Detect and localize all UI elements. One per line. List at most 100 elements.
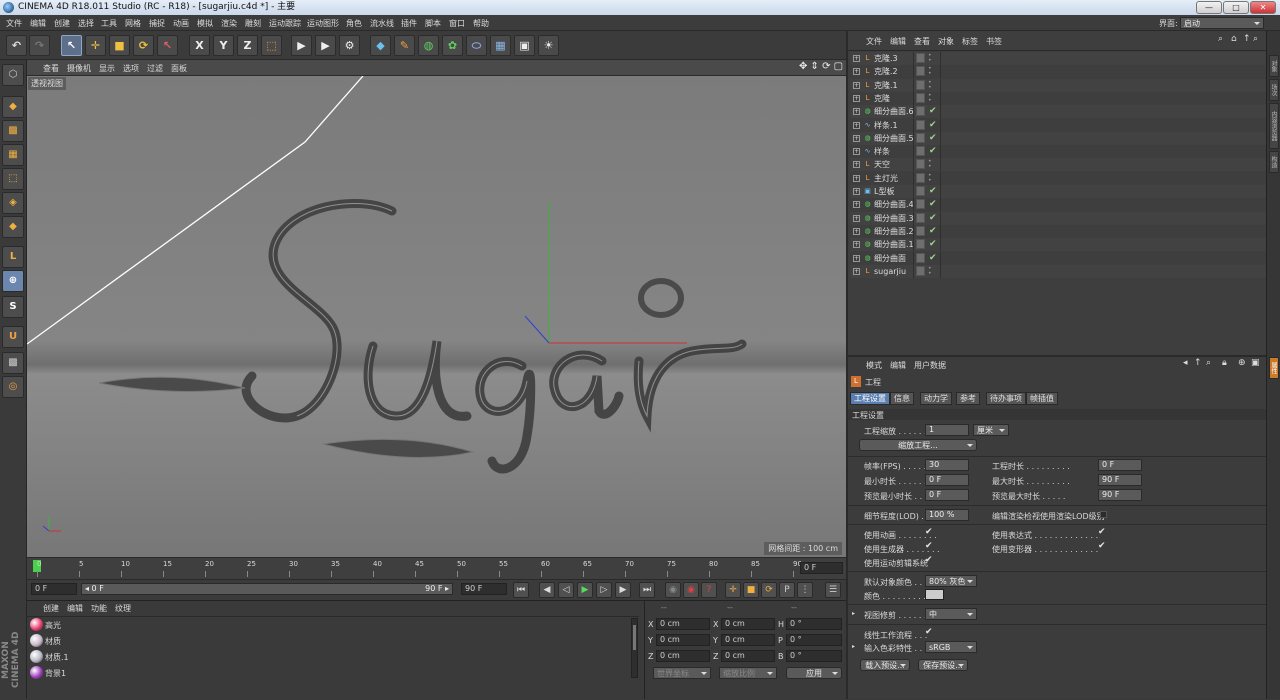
viewport-nav-icon[interactable]: ✥ ⇕ ⟳ ▢ [799,61,843,72]
viewport-menu-view[interactable]: 查看 [43,63,59,74]
object-row[interactable]: + L 天空 • • [850,158,1266,172]
mograph-cloner-icon[interactable]: ✿ [442,35,463,56]
object-name[interactable]: 细分曲面.3 [874,212,914,225]
use-deformers-checkbox[interactable]: ✔ [1098,541,1106,551]
render-lod-checkbox[interactable] [1100,511,1107,518]
layer-color-icon[interactable] [916,92,925,103]
obj-menu-bookmark[interactable]: 书签 [986,36,1002,47]
next-frame-icon[interactable]: ▷ [596,582,612,598]
obj-menu-view[interactable]: 查看 [914,36,930,47]
go-to-end-icon[interactable]: ⏭ [639,582,655,598]
expand-toggle-icon[interactable]: + [853,214,860,222]
max-time-field[interactable]: 90 F [1098,474,1142,486]
render-picture-viewer-icon[interactable]: ▶ [315,35,336,56]
attr-lock-icon[interactable]: 🔒︎ [1222,358,1227,368]
object-name[interactable]: 样条 [874,145,890,158]
tab-content-browser[interactable]: 内容浏览器 [1269,103,1279,149]
previous-frame-icon[interactable]: ◁ [558,582,574,598]
maximize-button[interactable]: □ [1223,1,1249,14]
material-swatch-2[interactable] [30,650,43,663]
viewport-menu-display[interactable]: 显示 [99,63,115,74]
enabled-check-icon[interactable]: ✔ [929,252,937,265]
enabled-check-icon[interactable]: ✔ [929,105,937,118]
polygons-mode-icon[interactable]: ◆ [2,216,24,238]
floor-environment-icon[interactable]: ▦ [490,35,511,56]
tab-key-interpolation[interactable]: 帧插值 [1026,392,1058,405]
layer-color-icon[interactable] [916,106,925,117]
go-to-start-icon[interactable]: ⏮ [513,582,529,598]
project-scale-field[interactable]: 1 [925,424,969,436]
view-clip-expand-icon[interactable]: ▸ [852,610,855,617]
object-name[interactable]: 克隆.2 [874,65,898,78]
pen-spline-icon[interactable]: ✎ [394,35,415,56]
material-name-2[interactable]: 材质.1 [45,652,69,663]
range-slider[interactable]: ◂ 0 F 90 F ▸ [81,583,453,595]
viewport-menu-options[interactable]: 选项 [123,63,139,74]
menu-create[interactable]: 创建 [54,18,70,29]
cube-primitive-icon[interactable]: ◆ [370,35,391,56]
fps-field[interactable]: 30 [925,459,969,471]
object-row[interactable]: + ▣ L型板 ✔ [850,185,1266,198]
mat-menu-create[interactable]: 创建 [43,603,59,614]
object-row[interactable]: + ∿ 样条 ✔ [850,145,1266,159]
layer-color-icon[interactable] [916,172,925,183]
enabled-check-icon[interactable]: ✔ [929,145,937,158]
use-motion-system-checkbox[interactable]: ✔ [925,555,933,565]
expand-toggle-icon[interactable]: + [853,254,860,262]
timeline-ruler[interactable]: 0 5 10 15 20 25 30 35 40 45 50 55 60 65 70 75 80 85 90 0 F [27,557,846,579]
key-scale-icon[interactable]: ■ [743,582,759,598]
rotation-h-field[interactable]: 0 ° [786,618,842,630]
min-time-field[interactable]: 0 F [925,474,969,486]
layer-color-icon[interactable] [916,265,925,276]
enabled-check-icon[interactable]: ✔ [929,198,937,211]
expand-toggle-icon[interactable]: + [853,108,860,116]
object-row[interactable]: + ◍ 细分曲面.3 ✔ [850,211,1266,225]
menu-help[interactable]: 帮助 [473,18,489,29]
previous-keyframe-icon[interactable]: ◀ [539,582,555,598]
expand-toggle-icon[interactable]: + [853,227,860,235]
tab-dynamics[interactable]: 动力学 [920,392,952,405]
enabled-check-icon[interactable]: ✔ [929,132,937,145]
object-name[interactable]: 细分曲面.2 [874,225,914,238]
menu-simulate[interactable]: 模拟 [197,18,213,29]
redo-icon[interactable]: ↷ [29,35,50,56]
model-mode-icon[interactable]: ◆ [2,96,24,118]
object-row[interactable]: + ◍ 细分曲面.5 ✔ [850,131,1266,145]
expand-toggle-icon[interactable]: + [853,161,860,169]
keyframe-selection-icon[interactable]: ? [701,582,717,598]
close-button[interactable]: ✕ [1250,1,1276,14]
render-view-icon[interactable]: ▶ [291,35,312,56]
size-z-field[interactable]: 0 cm [721,650,775,662]
magnet-icon[interactable]: U [2,326,24,348]
material-swatch-1[interactable] [30,634,43,647]
layer-color-icon[interactable] [916,119,925,130]
menu-sculpt[interactable]: 雕刻 [245,18,261,29]
tab-project-settings[interactable]: 工程设置 [850,392,890,405]
menu-edit[interactable]: 编辑 [30,18,46,29]
menu-mesh[interactable]: 网格 [125,18,141,29]
timeline-end-frame[interactable]: 0 F [800,562,843,574]
tab-info[interactable]: 信息 [890,392,914,405]
object-name[interactable]: 细分曲面.4 [874,198,914,211]
expand-toggle-icon[interactable]: + [853,148,860,156]
visibility-dots-icon[interactable]: • • [928,66,932,77]
tab-todo[interactable]: 待办事项 [986,392,1026,405]
position-z-field[interactable]: 0 cm [656,650,710,662]
obj-search-icon[interactable]: ⌕ [1218,34,1223,44]
menu-file[interactable]: 文件 [6,18,22,29]
object-row[interactable]: + ∿ 样条.1 ✔ [850,118,1266,132]
obj-menu-tag[interactable]: 标签 [962,36,978,47]
visibility-dots-icon[interactable]: • • [928,265,932,276]
lock-workplane-icon[interactable]: ▩ [2,352,24,374]
layer-color-icon[interactable] [916,225,925,236]
visibility-dots-icon[interactable]: • • [928,172,932,183]
obj-find-icon[interactable]: ⌕ [1253,34,1258,44]
attr-search-icon[interactable]: ⌕ [1206,358,1211,368]
x-axis-lock-icon[interactable]: X [189,35,210,56]
material-name-1[interactable]: 材质 [45,636,61,647]
project-length-field[interactable]: 0 F [1098,459,1142,471]
object-row[interactable]: + L 主灯光 • • [850,171,1266,185]
object-row[interactable]: + L 克隆.3 • • [850,52,1266,65]
expand-toggle-icon[interactable]: + [853,188,860,195]
obj-home-icon[interactable]: ⌂ [1231,34,1237,44]
